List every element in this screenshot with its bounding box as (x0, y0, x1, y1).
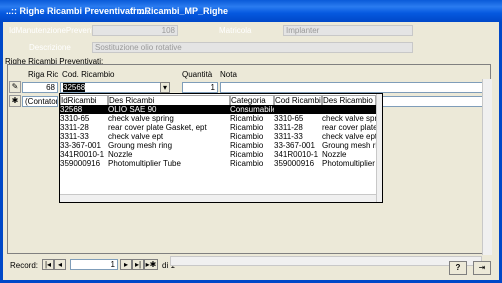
dropdown-cell: Groung mesh ring (322, 141, 376, 150)
dropdown-cell: 33-367-001 (274, 141, 315, 150)
exit-button[interactable]: ⇥ (473, 261, 491, 275)
title-bar: ..:: Righe Ricambi Preventivati ::.. frm… (0, 0, 502, 22)
dropdown-cell: Ricambio (230, 159, 264, 168)
dropdown-hscroll[interactable] (60, 194, 376, 202)
dropdown-cell: check valve spring (108, 114, 174, 123)
dropdown-cell: rear cover plate Gasket, ept (108, 123, 207, 132)
dropdown-cell: Groung mesh ring (108, 141, 173, 150)
record-current[interactable]: 1 (70, 259, 118, 270)
dropdown-cell: Photomultiplier Tube (322, 159, 376, 168)
prev-record-button[interactable]: ◂ (54, 259, 66, 270)
dropdown-row[interactable]: 359000916 Photomultiplier Tube Ricambio 359… (60, 159, 376, 168)
descrizione-field[interactable]: Sostituzione olio rotative (92, 42, 413, 53)
form-client: IdManutenzionePreventiva 108 Matricola I… (3, 22, 499, 280)
col-cod-header: Cod. Ricambio (62, 70, 115, 79)
col-nota-header: Nota (220, 70, 237, 79)
dropdown-cell: Nozzle (108, 150, 133, 159)
dropdown-cell: 341R0010-1 (60, 150, 105, 159)
matricola-label: Matricola (219, 26, 252, 35)
last-record-button[interactable]: ▸| (132, 259, 144, 270)
next-record-button[interactable]: ▸ (120, 259, 132, 270)
help-button[interactable]: ? (449, 261, 467, 275)
dropdown-cell: 3311-28 (60, 123, 89, 132)
matricola-field[interactable]: Implanter (283, 25, 413, 36)
dropdown-cell: check valve ept (108, 132, 164, 141)
dropdown-row[interactable]: 32568 OLIO SAE 90 Consumabile (60, 105, 376, 114)
dropdown-cell: 359000916 (60, 159, 101, 168)
dropdown-cell: 3310-65 (274, 114, 304, 123)
dropdown-cell: 359000916 (274, 159, 315, 168)
quantita-field[interactable]: 1 (182, 82, 218, 93)
chevron-down-icon[interactable]: ▾ (160, 82, 170, 93)
dropdown-row[interactable]: 341R0010-1 Nozzle Ricambio 341R0010-1 Nozzle (60, 150, 376, 159)
new-record-button[interactable]: ▸✱ (144, 259, 158, 270)
dropdown-cell: 3311-33 (60, 132, 89, 141)
dropdown-cell: 3310-65 (60, 114, 90, 123)
vertical-scrollbar[interactable] (482, 79, 492, 255)
dropdown-cell: check valve spring (322, 114, 376, 123)
window-title: ..:: Righe Ricambi Preventivati ::.. (6, 6, 150, 16)
new-record-icon: ✱ (9, 95, 21, 107)
form-name: frmRicambi_MP_Righe (130, 6, 229, 16)
dropdown-row[interactable]: 33-367-001 Groung mesh ring Ricambio 33-367… (60, 141, 376, 150)
horizontal-scrollbar[interactable] (170, 256, 482, 266)
dropdown-cell: Photomultiplier Tube (108, 159, 181, 168)
dropdown-cell: check valve ept (322, 132, 376, 141)
cod-ricambio-value: 32568 (63, 83, 86, 92)
cod-ricambio-combo[interactable]: 32568 (60, 82, 170, 93)
dropdown-cell: Ricambio (230, 132, 264, 141)
dropdown-cell: 33-367-001 (60, 141, 101, 150)
dropdown-cell: 3311-28 (274, 123, 303, 132)
col-riga-header: Riga Ric (28, 70, 59, 79)
cod-ricambio-dropdown[interactable]: IdRicambi Des Ricambi Categoria Cod Rica… (59, 93, 383, 203)
dropdown-row[interactable]: 3311-33 check valve ept Ricambio 3311-33 che… (60, 132, 376, 141)
dropdown-cell: 3311-33 (274, 132, 303, 141)
dropdown-cell: Ricambio (230, 123, 264, 132)
dropdown-header: IdRicambi Des Ricambi Categoria Cod Rica… (60, 95, 376, 106)
id-label: IdManutenzionePreventiva (9, 26, 104, 35)
record-label: Record: (10, 261, 39, 270)
dropdown-cell: Ricambio (230, 114, 264, 123)
dropdown-cell: Consumabile (230, 105, 274, 114)
dropdown-cell: OLIO SAE 90 (108, 105, 157, 114)
dropdown-cell: 341R0010-1 (274, 150, 319, 159)
dropdown-cell: 32568 (60, 105, 83, 114)
riga-field[interactable]: 68 (22, 82, 58, 93)
dropdown-cell: Ricambio (230, 141, 264, 150)
dropdown-row[interactable]: 3310-65 check valve spring Ricambio 3310-65… (60, 114, 376, 123)
nota-field[interactable] (220, 82, 486, 93)
id-field[interactable]: 108 (92, 25, 178, 36)
col-quantita-header: Quantità (182, 70, 213, 79)
riga-new-field[interactable]: (Contatore) (22, 96, 58, 107)
dropdown-row[interactable]: 3311-28 rear cover plate Gasket, ept Ricam… (60, 123, 376, 132)
dropdown-cell: Nozzle (322, 150, 347, 159)
dropdown-cell: rear cover plate Gasket, ept (322, 123, 376, 132)
dropdown-cell: Ricambio (230, 150, 264, 159)
pencil-icon: ✎ (9, 81, 21, 93)
descrizione-label: Descrizione (29, 43, 71, 52)
dropdown-scrollbar[interactable] (376, 94, 382, 202)
first-record-button[interactable]: |◂ (42, 259, 54, 270)
